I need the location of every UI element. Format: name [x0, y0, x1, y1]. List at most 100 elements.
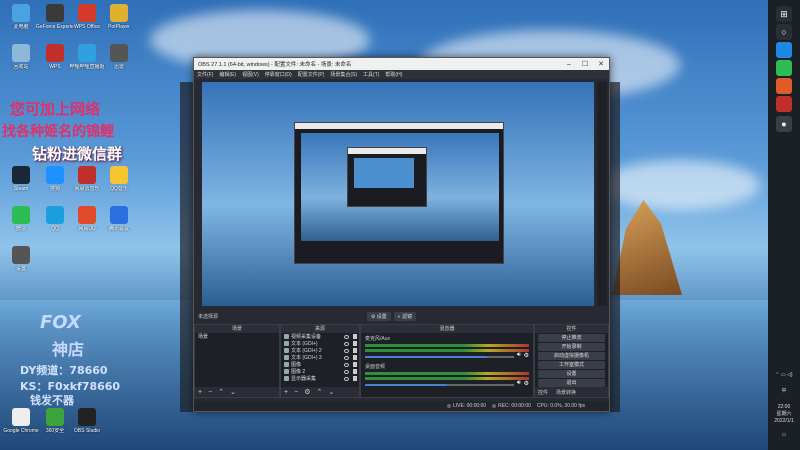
app-icon[interactable]: [776, 78, 792, 94]
control-button[interactable]: 启动虚拟摄像机: [538, 352, 605, 360]
filters-button[interactable]: ◐ 滤镜: [393, 311, 417, 321]
desktop-icon[interactable]: QQ音乐: [100, 166, 138, 192]
app-icon: [78, 44, 96, 62]
search-icon[interactable]: ○: [776, 24, 792, 40]
maximize-icon[interactable]: ☐: [577, 60, 593, 68]
clock-time[interactable]: 22:00: [768, 404, 800, 411]
source-item[interactable]: 图像 2: [281, 368, 359, 375]
source-item[interactable]: 显示器采集: [281, 375, 359, 382]
source-item[interactable]: 文本 (GDI+) 2: [281, 347, 359, 354]
desktop-icon[interactable]: 此电脑: [2, 4, 40, 30]
lock-icon[interactable]: [353, 369, 357, 374]
gear-icon[interactable]: ⚙: [304, 388, 310, 396]
lock-icon[interactable]: [353, 362, 357, 367]
source-item[interactable]: 视频采集设备: [281, 333, 359, 340]
gear-icon[interactable]: ⚙: [524, 380, 529, 387]
lock-icon[interactable]: [353, 348, 357, 353]
obs-preview[interactable]: [202, 82, 594, 306]
control-button[interactable]: 停止推流: [538, 334, 605, 342]
desktop-icon[interactable]: 回收站: [2, 44, 40, 70]
app-icon: [78, 206, 96, 224]
menu-item[interactable]: 场景集合(S): [330, 71, 357, 78]
add-icon[interactable]: +: [284, 389, 288, 396]
speaker-icon[interactable]: 🔊︎: [517, 380, 521, 387]
visibility-icon[interactable]: [344, 362, 349, 367]
source-item[interactable]: 文本 (GDI+): [281, 340, 359, 347]
lock-icon[interactable]: [353, 376, 357, 381]
menu-item[interactable]: 停靠窗口(D): [265, 71, 292, 78]
desktop-icon[interactable]: 微信: [2, 206, 40, 232]
desktop-icon[interactable]: PotPlayer: [100, 4, 138, 30]
control-button[interactable]: 退出: [538, 379, 605, 387]
start-icon[interactable]: ⊞: [776, 6, 792, 22]
visibility-icon[interactable]: [344, 376, 349, 381]
obs-taskbar-icon[interactable]: ●: [776, 116, 792, 132]
menu-item[interactable]: 编辑(E): [219, 71, 236, 78]
source-label: 文本 (GDI+) 2: [291, 348, 322, 354]
desktop-icon[interactable]: Google Chrome: [2, 408, 40, 434]
move-up-icon[interactable]: ⌃: [218, 388, 224, 396]
notification-icon[interactable]: ▭: [768, 432, 800, 439]
ime-icon[interactable]: 中: [768, 388, 800, 395]
control-button[interactable]: 工作室模式: [538, 361, 605, 369]
live-status: LIVE: 00:00:00: [447, 403, 486, 409]
source-type-icon: [284, 348, 289, 353]
tab-scene-transitions[interactable]: 场景转换: [556, 389, 576, 396]
move-up-icon[interactable]: ⌃: [316, 388, 322, 396]
source-label: 图像 2: [291, 369, 306, 375]
nested-obs-window: [294, 122, 504, 264]
desktop-icon-label: 腾讯会议: [108, 226, 129, 232]
menu-item[interactable]: 帮助(H): [385, 71, 402, 78]
desktop-icon[interactable]: Steam: [2, 166, 40, 192]
volume-meter: [365, 372, 529, 375]
desktop-icon[interactable]: 设置: [2, 246, 40, 272]
desktop-icon[interactable]: 腾讯会议: [100, 206, 138, 232]
speaker-icon[interactable]: 🔊︎: [517, 352, 521, 359]
desktop-icon-label: Google Chrome: [3, 428, 39, 434]
menu-item[interactable]: 工具(T): [363, 71, 379, 78]
desktop-icon[interactable]: OBS Studio: [68, 408, 106, 434]
desktop-icon-label: 迅雷: [113, 64, 124, 70]
edge-icon[interactable]: [776, 42, 792, 58]
lock-icon[interactable]: [353, 334, 357, 339]
app-icon: [110, 166, 128, 184]
visibility-icon[interactable]: [344, 355, 349, 360]
lock-icon[interactable]: [353, 341, 357, 346]
move-down-icon[interactable]: ⌄: [230, 388, 236, 396]
scene-item[interactable]: 场景: [195, 333, 279, 340]
control-button[interactable]: 设置: [538, 370, 605, 378]
gear-icon[interactable]: ⚙: [524, 352, 529, 359]
desktop-icon[interactable]: 迅雷: [100, 44, 138, 70]
visibility-icon[interactable]: [344, 348, 349, 353]
move-down-icon[interactable]: ⌄: [328, 388, 334, 396]
preview-scrollbar[interactable]: [597, 82, 607, 306]
obs-titlebar[interactable]: OBS 27.1.1 (64-bit, windows) - 配置文件: 未命名…: [194, 58, 609, 70]
control-button[interactable]: 开始录制: [538, 343, 605, 351]
add-icon[interactable]: +: [198, 389, 202, 396]
volume-slider[interactable]: [365, 356, 514, 358]
remove-icon[interactable]: −: [208, 389, 212, 396]
tab-controls[interactable]: 控件: [538, 389, 548, 396]
visibility-icon[interactable]: [344, 369, 349, 374]
minimize-icon[interactable]: –: [561, 61, 577, 68]
remove-icon[interactable]: −: [294, 389, 298, 396]
source-item[interactable]: 文本 (GDI+) 3: [281, 354, 359, 361]
properties-button[interactable]: ⚙ 设置: [366, 311, 391, 321]
rock-formation: [612, 200, 682, 295]
source-item[interactable]: 图像: [281, 361, 359, 368]
menu-item[interactable]: 文件(F): [197, 71, 213, 78]
volume-slider[interactable]: [365, 384, 514, 386]
visibility-icon[interactable]: [344, 341, 349, 346]
desktop-icon-label: 回收站: [13, 64, 29, 70]
menu-item[interactable]: 视图(V): [242, 71, 259, 78]
close-icon[interactable]: ✕: [593, 60, 609, 68]
wechat-icon[interactable]: [776, 60, 792, 76]
menu-item[interactable]: 配置文件(P): [298, 71, 325, 78]
app-icon: [46, 408, 64, 426]
app-icon: [46, 4, 64, 22]
visibility-icon[interactable]: [344, 334, 349, 339]
obs-menubar: 文件(F) 编辑(E) 视图(V) 停靠窗口(D) 配置文件(P) 场景集合(S) 工具(T…: [194, 70, 609, 79]
app-icon[interactable]: [776, 96, 792, 112]
lock-icon[interactable]: [353, 355, 357, 360]
tray-chevron-icon[interactable]: ⌃ ▭ ◁): [768, 372, 800, 379]
